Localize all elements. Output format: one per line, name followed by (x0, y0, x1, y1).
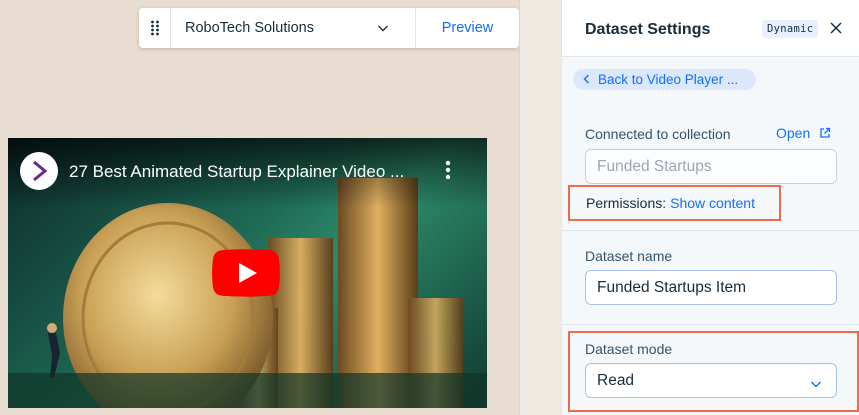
dataset-mode-select[interactable]: Read (585, 363, 837, 398)
external-link-icon (819, 127, 831, 139)
dataset-settings-panel: Dataset Settings Dynamic Back to Video P… (561, 0, 859, 415)
canvas-gutter (519, 0, 561, 415)
dataset-name-input[interactable]: Funded Startups Item (585, 270, 837, 305)
youtube-play-icon[interactable] (212, 249, 280, 297)
collection-field[interactable]: Funded Startups (585, 149, 837, 184)
panel-title: Dataset Settings (585, 21, 711, 38)
dataset-name-section: Dataset name Funded Startups Item (562, 230, 859, 324)
channel-avatar-icon[interactable] (20, 152, 58, 190)
more-vert-icon[interactable] (445, 160, 451, 185)
dynamic-badge: Dynamic (762, 20, 819, 38)
panel-header: Dataset Settings Dynamic (562, 0, 859, 57)
collection-section: Back to Video Player ... Connected to co… (562, 57, 859, 230)
preview-button[interactable]: Preview (416, 20, 519, 36)
dataset-name-label: Dataset name (585, 248, 673, 264)
open-label: Open (776, 125, 811, 141)
site-select-value: RoboTech Solutions (185, 20, 314, 36)
permissions-label: Permissions: (586, 195, 667, 211)
show-content-link[interactable]: Show content (670, 195, 755, 211)
chevron-left-icon (583, 71, 590, 89)
drag-handle-icon[interactable] (139, 8, 171, 48)
video-title[interactable]: 27 Best Animated Startup Explainer Video… (69, 162, 404, 182)
video-player[interactable]: 27 Best Animated Startup Explainer Video… (8, 138, 487, 408)
site-select[interactable]: RoboTech Solutions (171, 8, 416, 48)
dataset-mode-section: Dataset mode Read (562, 324, 859, 415)
chevron-down-icon (377, 21, 389, 39)
permissions-highlight: Permissions: Show content (568, 185, 781, 221)
open-collection-link[interactable]: Open (776, 125, 831, 141)
close-icon[interactable] (830, 21, 842, 39)
chevron-down-icon (810, 376, 822, 394)
collection-label: Connected to collection (585, 126, 731, 142)
back-button[interactable]: Back to Video Player ... (573, 69, 756, 90)
dataset-mode-value: Read (597, 371, 635, 389)
floating-toolbar: RoboTech Solutions Preview (139, 8, 519, 48)
back-label: Back to Video Player ... (598, 72, 739, 87)
dataset-mode-label: Dataset mode (585, 341, 673, 357)
editor-canvas: RoboTech Solutions Preview 27 Best Anima… (0, 0, 519, 415)
